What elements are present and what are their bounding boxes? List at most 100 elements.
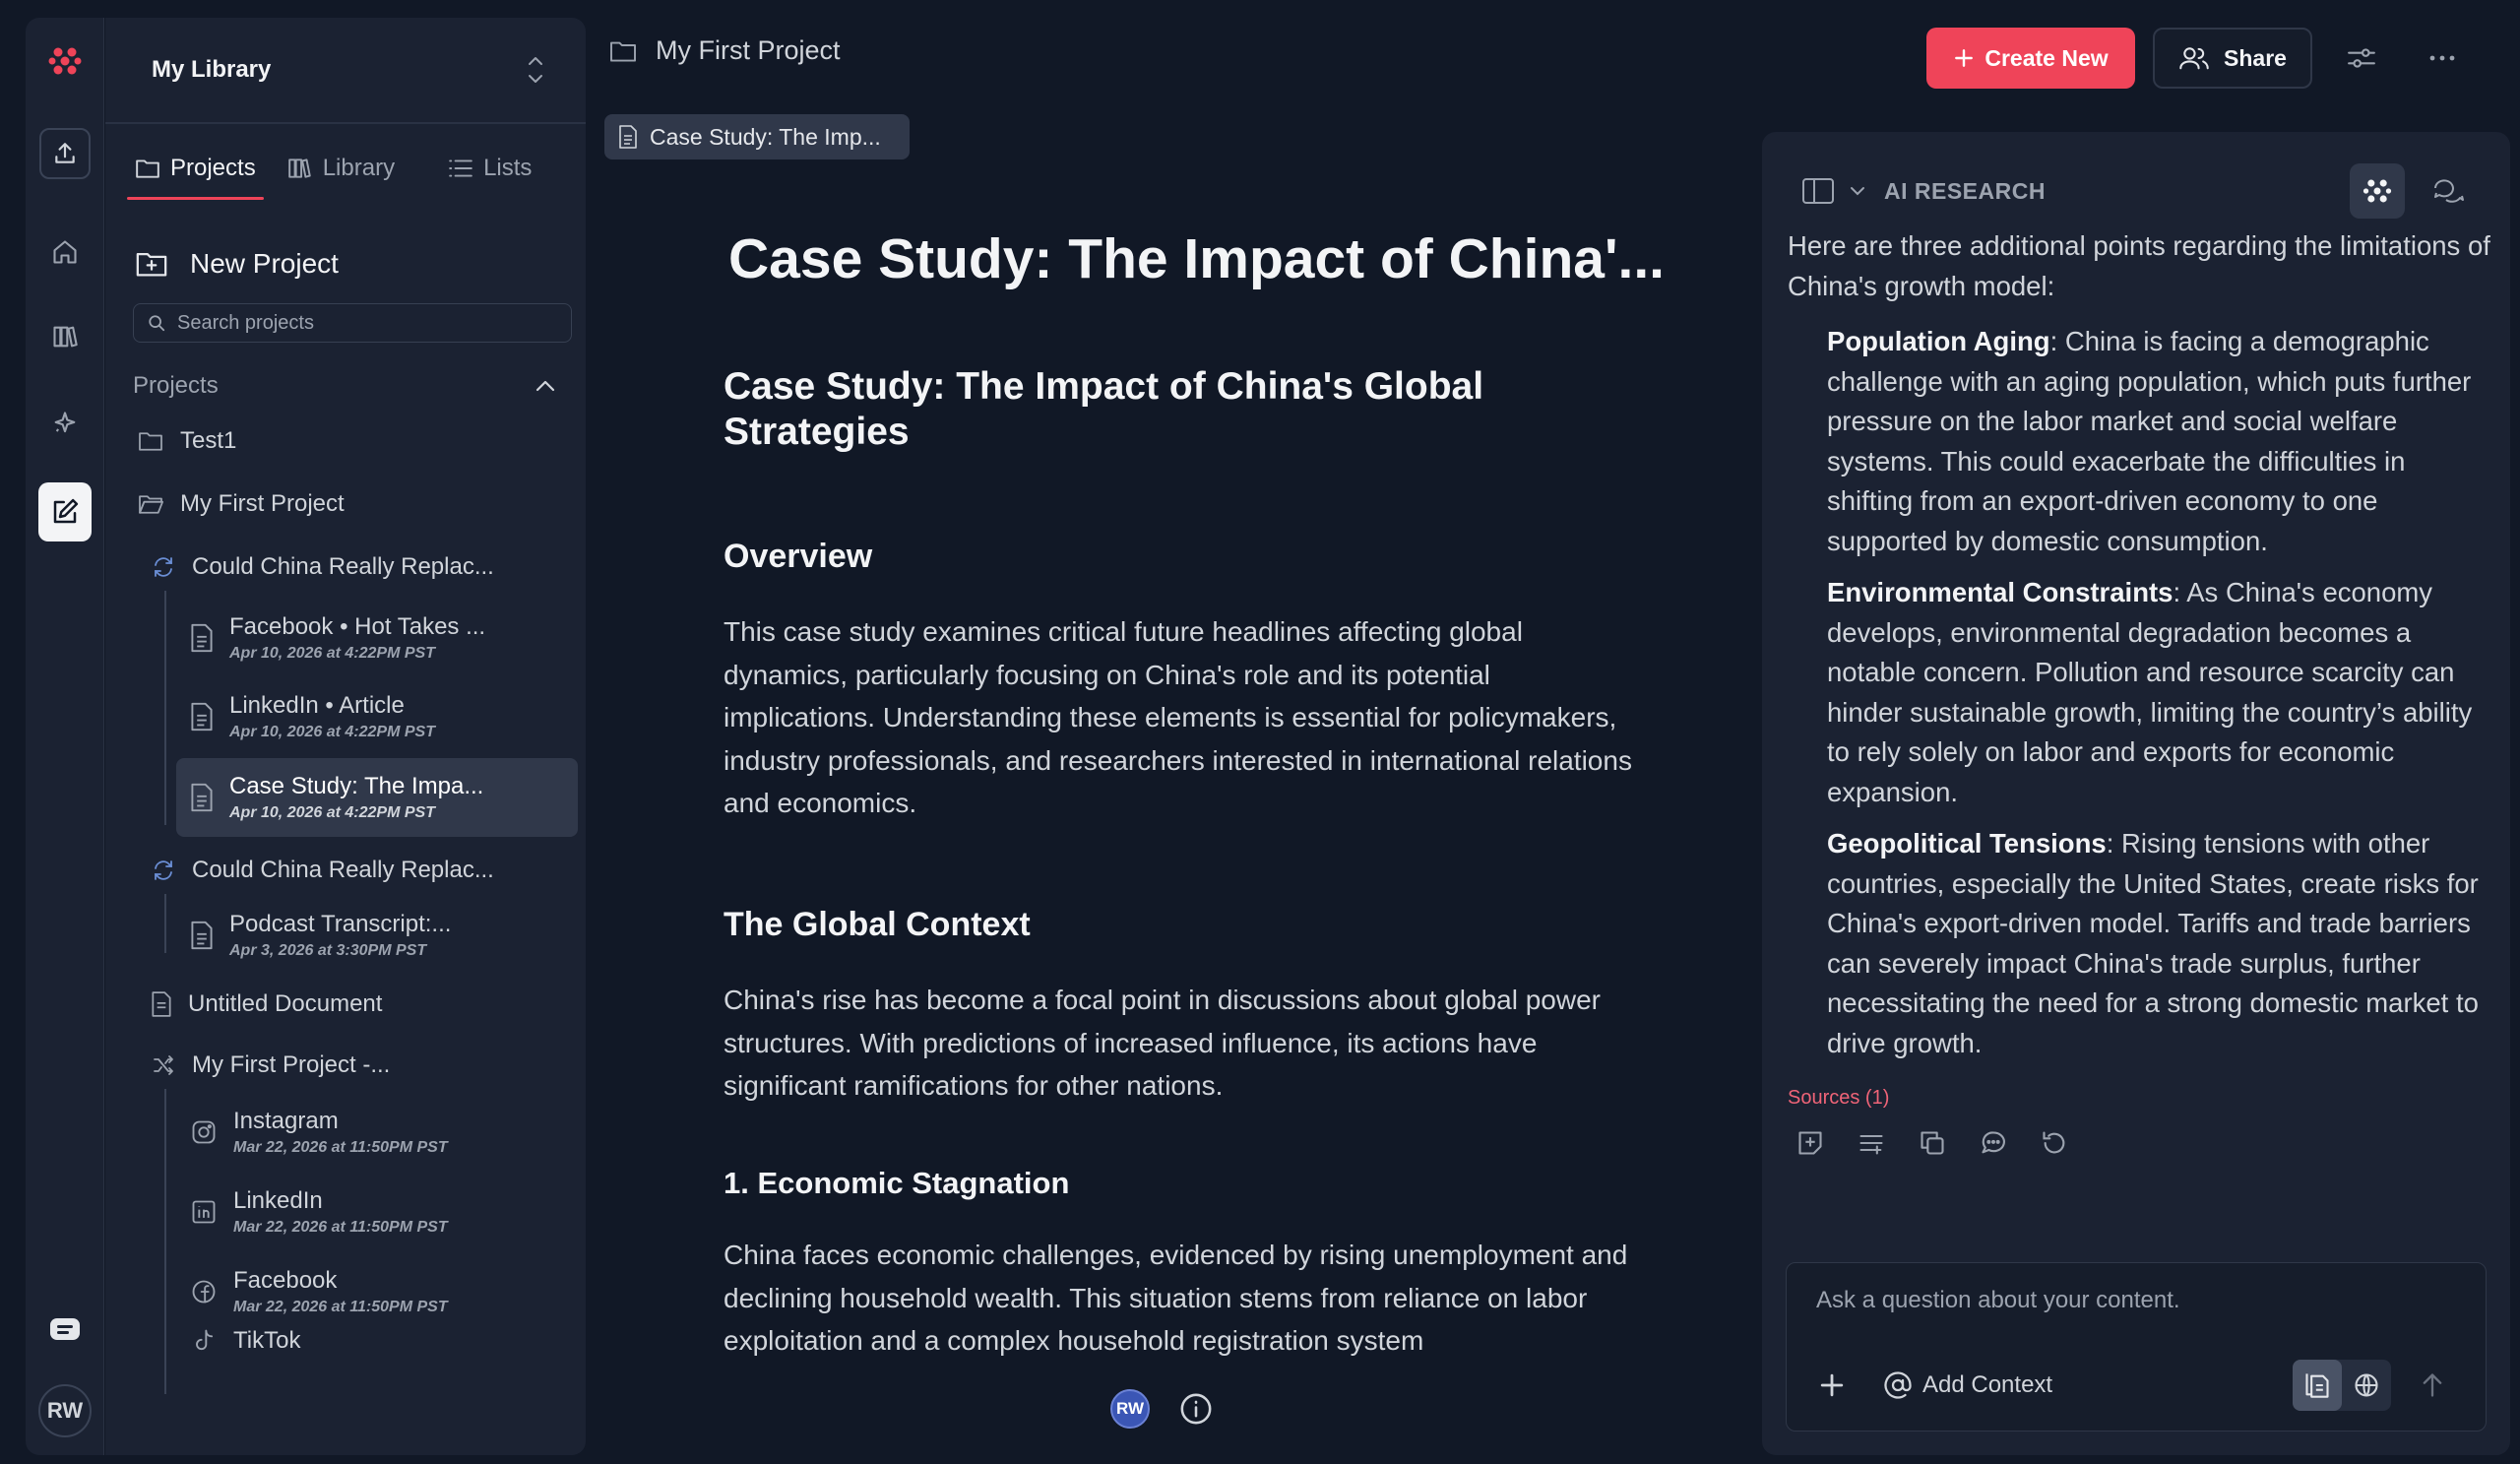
tiktok-icon <box>190 1327 218 1355</box>
doc-date: Apr 3, 2026 at 3:30PM PST <box>229 942 427 959</box>
group-label: My First Project -... <box>192 1051 391 1078</box>
tab-lists[interactable]: Lists <box>436 143 543 194</box>
info-icon[interactable] <box>1176 1389 1216 1429</box>
project-label: My First Project <box>180 490 345 517</box>
refresh-sync-icon <box>151 555 176 579</box>
brand-logo-icon[interactable] <box>39 35 91 87</box>
document-icon <box>190 702 214 732</box>
copy-icon[interactable] <box>1916 1126 1949 1160</box>
ai-point-term: Environmental Constraints <box>1827 577 2174 607</box>
sparkle-ai-icon[interactable] <box>39 398 91 449</box>
more-options-icon[interactable] <box>2418 33 2467 83</box>
doc-title: Facebook <box>233 1267 338 1294</box>
create-new-label: Create New <box>1984 44 2109 71</box>
document-title[interactable]: Case Study: The Impact of China'... <box>728 226 1723 291</box>
ai-response-intro: Here are three additional points regardi… <box>1788 230 2490 301</box>
collaborator-avatar[interactable]: RW <box>1110 1389 1150 1429</box>
doc-item-case-study[interactable]: Case Study: The Impa... Apr 10, 2026 at … <box>176 758 578 837</box>
group-item-my-first-project-sub[interactable]: My First Project -... <box>151 1051 390 1079</box>
project-item-test1[interactable]: Test1 <box>137 427 236 455</box>
doc-date: Apr 10, 2026 at 4:22PM PST <box>229 804 435 821</box>
tab-projects-label: Projects <box>170 155 256 181</box>
share-button[interactable]: Share <box>2153 28 2312 89</box>
doc-item-podcast-transcript[interactable]: Podcast Transcript:... Apr 3, 2026 at 3:… <box>176 896 578 975</box>
home-icon[interactable] <box>39 226 91 278</box>
content-heading[interactable]: Case Study: The Impact of China's Global… <box>724 364 1609 455</box>
chevron-up-icon <box>535 379 556 393</box>
document-tab-label: Case Study: The Imp... <box>650 123 881 150</box>
comment-icon[interactable] <box>1977 1126 2010 1160</box>
ai-point-term: Geopolitical Tensions <box>1827 828 2107 859</box>
globe-web-icon[interactable] <box>2342 1360 2391 1411</box>
global-context-heading[interactable]: The Global Context <box>724 906 1031 944</box>
instagram-icon <box>190 1118 218 1146</box>
folder-plus-icon <box>135 249 168 279</box>
ask-question-composer: Add Context <box>1786 1262 2487 1432</box>
folder-icon <box>135 158 160 179</box>
ai-point: Environmental Constraints: As China's ec… <box>1827 573 2496 812</box>
plus-icon[interactable] <box>1812 1366 1852 1405</box>
tab-library[interactable]: Library <box>276 143 407 194</box>
library-books-icon[interactable] <box>39 311 91 362</box>
overview-heading[interactable]: Overview <box>724 538 872 576</box>
global-context-paragraph[interactable]: China's rise has become a focal point in… <box>724 979 1639 1108</box>
user-avatar[interactable]: RW <box>38 1384 92 1437</box>
search-projects-input[interactable] <box>177 311 557 335</box>
research-mode-icon[interactable] <box>2350 163 2405 219</box>
doc-date: Apr 10, 2026 at 4:22PM PST <box>229 724 435 740</box>
document-icon <box>151 991 172 1017</box>
ai-point-text: : As China's economy develops, environme… <box>1827 577 2473 807</box>
breadcrumb[interactable]: My First Project <box>608 35 841 66</box>
economic-stagnation-heading[interactable]: 1. Economic Stagnation <box>724 1166 1069 1201</box>
ask-question-input[interactable] <box>1816 1287 2446 1314</box>
projects-section-header[interactable]: Projects <box>105 366 586 406</box>
doc-date: Mar 22, 2026 at 11:50PM PST <box>233 1139 448 1156</box>
sources-link[interactable]: Sources (1) <box>1788 1087 1889 1110</box>
doc-item-untitled[interactable]: Untitled Document <box>151 990 382 1018</box>
upload-icon[interactable] <box>39 128 91 179</box>
insert-list-icon[interactable] <box>1855 1126 1888 1160</box>
ai-point-text: : Rising tensions with other countries, … <box>1827 828 2479 1058</box>
doc-date: Apr 10, 2026 at 4:22PM PST <box>229 645 435 662</box>
books-icon <box>287 157 313 180</box>
create-new-button[interactable]: Create New <box>1926 28 2135 89</box>
regenerate-icon[interactable] <box>2038 1126 2071 1160</box>
editor-edit-icon[interactable] <box>38 482 92 541</box>
doc-item-tiktok[interactable]: TikTok <box>176 1321 578 1380</box>
overview-paragraph[interactable]: This case study examines critical future… <box>724 610 1639 825</box>
sidebar-toggle-icon[interactable] <box>1801 177 1835 205</box>
tab-projects[interactable]: Projects <box>123 143 268 200</box>
doc-item-linkedin[interactable]: LinkedIn Mar 22, 2026 at 11:50PM PST <box>176 1173 578 1251</box>
chevron-down-icon[interactable] <box>1849 185 1866 197</box>
group-label: Could China Really Replac... <box>192 553 494 580</box>
doc-item-linkedin-article[interactable]: LinkedIn • Article Apr 10, 2026 at 4:22P… <box>176 677 578 756</box>
ai-response: Here are three additional points regardi… <box>1788 230 2496 1063</box>
doc-title: Instagram <box>233 1108 339 1134</box>
send-arrow-icon[interactable] <box>2413 1366 2452 1405</box>
group-item-could-china-1[interactable]: Could China Really Replac... <box>151 553 494 581</box>
open-document-tab[interactable]: Case Study: The Imp... <box>604 114 910 159</box>
project-label: Test1 <box>180 427 237 454</box>
ai-point-text: : China is facing a demographic challeng… <box>1827 326 2472 556</box>
ai-response-actions <box>1794 1126 2071 1160</box>
doc-title: LinkedIn • Article <box>229 692 405 719</box>
settings-sliders-icon[interactable] <box>2337 33 2386 83</box>
new-project-button[interactable]: New Project <box>105 240 586 287</box>
doc-title: LinkedIn <box>233 1187 323 1214</box>
doc-item-facebook-hot-takes[interactable]: Facebook • Hot Takes ... Apr 10, 2026 at… <box>176 599 578 677</box>
project-item-my-first-project[interactable]: My First Project <box>137 490 345 518</box>
document-icon <box>190 623 214 653</box>
group-item-could-china-2[interactable]: Could China Really Replac... <box>151 857 494 884</box>
group-label: Could China Really Replac... <box>192 857 494 883</box>
chat-history-icon[interactable] <box>2422 163 2477 219</box>
ai-research-panel: AI RESEARCH Here are three additional po… <box>1762 132 2510 1455</box>
library-docs-icon[interactable] <box>2293 1360 2342 1411</box>
library-switcher[interactable]: My Library <box>105 18 586 124</box>
doc-item-facebook[interactable]: Facebook Mar 22, 2026 at 11:50PM PST <box>176 1252 578 1331</box>
doc-date: Mar 22, 2026 at 11:50PM PST <box>233 1299 448 1315</box>
economic-stagnation-paragraph[interactable]: China faces economic challenges, evidenc… <box>724 1234 1639 1362</box>
chat-messages-icon[interactable] <box>39 1304 91 1355</box>
add-context-button[interactable]: Add Context <box>1883 1366 2052 1405</box>
doc-item-instagram[interactable]: Instagram Mar 22, 2026 at 11:50PM PST <box>176 1093 578 1172</box>
add-note-icon[interactable] <box>1794 1126 1827 1160</box>
